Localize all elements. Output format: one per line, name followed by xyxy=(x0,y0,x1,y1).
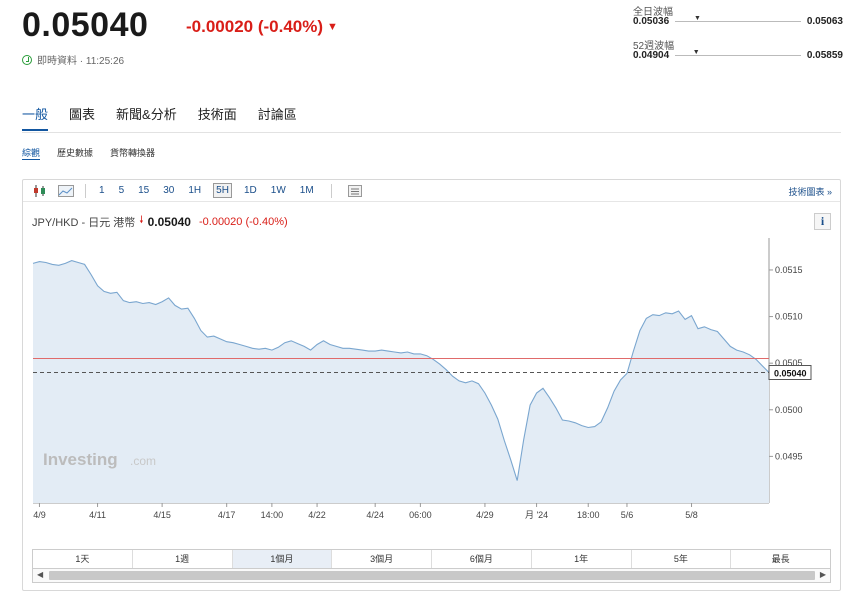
last-price-label: 0.05040 xyxy=(774,369,807,379)
range-panel: 全日波幅 0.05036 ▼ 0.05063 52週波幅 0.04904 ▼ 0… xyxy=(633,3,843,71)
subtab-history[interactable]: 歷史數據 xyxy=(57,146,93,160)
day-range-low: 0.05036 xyxy=(633,16,670,27)
realtime-label: 即時資料 · 11:25:26 xyxy=(37,56,125,67)
period-3m[interactable]: 3個月 xyxy=(332,550,432,568)
x-tick-label: 18:00 xyxy=(577,510,600,520)
week52-range-low: 0.04904 xyxy=(633,50,670,61)
price-change-text: -0.00020 (-0.40%) xyxy=(186,17,324,36)
y-tick-label: 0.0515 xyxy=(775,265,803,275)
tab-news[interactable]: 新聞&分析 xyxy=(116,104,177,131)
x-tick-label: 4/22 xyxy=(308,510,326,520)
day-range-marker-icon: ▼ xyxy=(694,15,701,22)
x-tick-label: 4/15 xyxy=(153,510,171,520)
tab-technical[interactable]: 技術面 xyxy=(198,104,237,131)
period-1w[interactable]: 1週 xyxy=(133,550,233,568)
realtime-status: 即時資料 · 11:25:26 xyxy=(22,52,124,67)
tab-forum[interactable]: 討論區 xyxy=(258,104,297,131)
chart-scrollbar[interactable]: ◀ ▶ xyxy=(32,569,831,583)
y-tick-label: 0.0510 xyxy=(775,312,803,322)
day-range-row: 0.05036 ▼ 0.05063 xyxy=(633,15,843,27)
price-chart[interactable]: 0.04950.05000.05050.05100.05150.050404/9… xyxy=(23,180,840,525)
period-6m[interactable]: 6個月 xyxy=(432,550,532,568)
x-tick-label: 14:00 xyxy=(261,510,284,520)
y-tick-label: 0.0495 xyxy=(775,451,803,461)
price-change: -0.00020 (-0.40%) ▼ xyxy=(186,17,338,37)
subtab-converter[interactable]: 貨幣轉換器 xyxy=(110,146,155,160)
period-1m[interactable]: 1個月 xyxy=(232,550,333,568)
week52-range-marker-icon: ▼ xyxy=(692,49,700,56)
tab-chart[interactable]: 圖表 xyxy=(69,104,95,131)
day-range: 全日波幅 0.05036 ▼ 0.05063 xyxy=(633,3,843,37)
week52-range-bar: ▼ xyxy=(675,49,801,56)
chart-widget: 1 5 15 30 1H 5H 1D 1W 1M 技術圖表 » JPY/HKD … xyxy=(22,179,841,591)
tabs-divider xyxy=(22,132,841,133)
x-tick-label: 4/24 xyxy=(366,510,384,520)
period-5y[interactable]: 5年 xyxy=(632,550,732,568)
subtab-overview[interactable]: 綜觀 xyxy=(22,146,41,160)
period-selector: 1天 1週 1個月 3個月 6個月 1年 5年 最長 xyxy=(32,549,831,569)
main-tabs: 一般 圖表 新聞&分析 技術面 討論區 xyxy=(22,104,297,131)
day-range-high: 0.05063 xyxy=(806,16,843,27)
scroll-left-icon[interactable]: ◀ xyxy=(37,570,43,579)
y-tick-label: 0.0500 xyxy=(775,405,803,415)
x-tick-label: 06:00 xyxy=(409,510,432,520)
x-tick-label: 5/6 xyxy=(621,510,634,520)
period-1y[interactable]: 1年 xyxy=(532,550,632,568)
x-tick-label: 5/8 xyxy=(685,510,698,520)
investing-watermark: Investing xyxy=(43,450,118,469)
current-price: 0.05040 xyxy=(22,6,149,44)
scroll-thumb[interactable] xyxy=(49,571,815,580)
week52-range-high: 0.05859 xyxy=(806,50,843,61)
period-max[interactable]: 最長 xyxy=(731,550,830,568)
x-tick-label: 月 '24 xyxy=(525,510,548,520)
investing-watermark-suffix: .com xyxy=(130,454,156,468)
week52-range-row: 0.04904 ▼ 0.05859 xyxy=(633,49,843,61)
x-tick-label: 4/9 xyxy=(33,510,46,520)
period-1d[interactable]: 1天 xyxy=(33,550,133,568)
x-tick-label: 4/29 xyxy=(476,510,494,520)
sub-tabs: 綜觀 歷史數據 貨幣轉換器 xyxy=(22,146,155,160)
day-range-bar: ▼ xyxy=(675,15,801,22)
x-tick-label: 4/17 xyxy=(218,510,236,520)
clock-icon xyxy=(22,54,32,65)
scroll-right-icon[interactable]: ▶ xyxy=(820,570,826,579)
down-triangle-icon: ▼ xyxy=(327,21,338,33)
tab-general[interactable]: 一般 xyxy=(22,104,49,131)
week52-range: 52週波幅 0.04904 ▼ 0.05859 xyxy=(633,37,843,71)
x-tick-label: 4/11 xyxy=(89,510,106,520)
